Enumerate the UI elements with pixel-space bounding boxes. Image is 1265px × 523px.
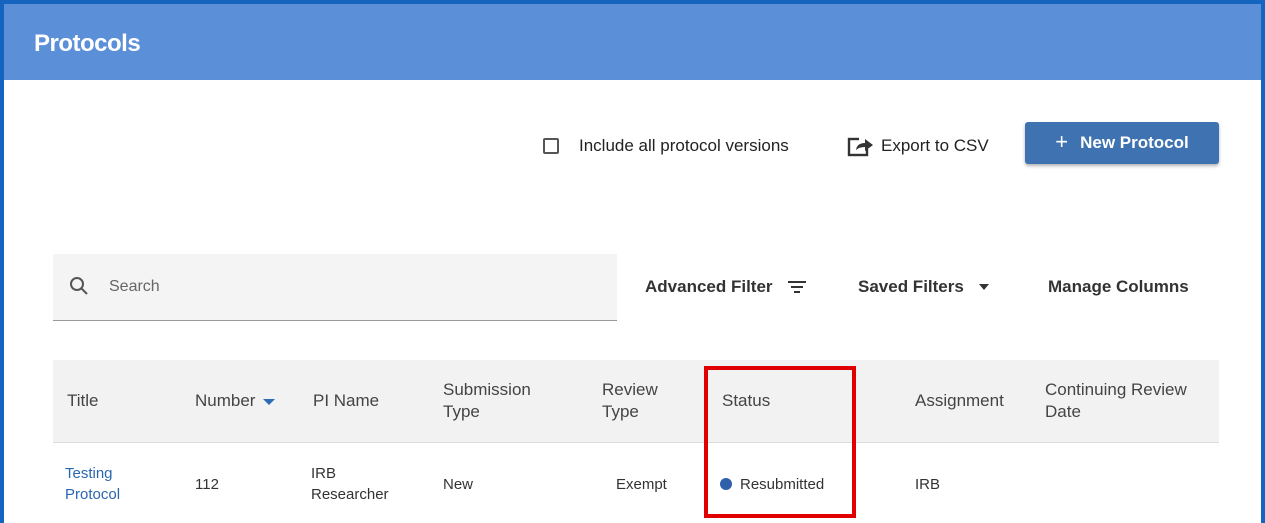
status-column-highlight bbox=[704, 366, 856, 518]
protocol-title-link[interactable]: Testing Protocol bbox=[65, 463, 145, 505]
page-title: Protocols bbox=[34, 30, 141, 57]
column-header-continuing-review-date[interactable]: Continuing Review Date bbox=[1045, 379, 1215, 423]
export-icon bbox=[847, 137, 877, 157]
table-row[interactable]: Testing Protocol 112 IRB Researcher New … bbox=[53, 442, 1219, 523]
manage-columns-button[interactable]: Manage Columns bbox=[1048, 277, 1189, 297]
column-header-number-label: Number bbox=[195, 391, 256, 410]
column-header-assignment[interactable]: Assignment bbox=[915, 390, 1004, 412]
column-header-title[interactable]: Title bbox=[67, 390, 99, 412]
search-icon bbox=[70, 277, 88, 295]
column-header-number[interactable]: Number bbox=[195, 390, 276, 412]
pi-name: IRB Researcher bbox=[311, 465, 389, 503]
new-protocol-button[interactable]: + New Protocol bbox=[1025, 122, 1219, 164]
sort-desc-icon bbox=[263, 398, 276, 405]
panel-header: Protocols bbox=[4, 4, 1261, 80]
saved-filters-dropdown[interactable]: Saved Filters bbox=[858, 277, 990, 297]
manage-columns-label: Manage Columns bbox=[1048, 277, 1189, 296]
table-header: Title Number PI Name Submission Type Rev… bbox=[53, 360, 1219, 443]
protocols-panel: Protocols Include all protocol versions … bbox=[0, 0, 1265, 523]
include-versions-checkbox[interactable] bbox=[543, 138, 559, 154]
search-box bbox=[53, 254, 617, 321]
advanced-filter-label: Advanced Filter bbox=[645, 277, 773, 296]
assignment: IRB bbox=[915, 476, 941, 493]
toolbar: Include all protocol versions Export to … bbox=[4, 122, 1261, 166]
include-versions-label[interactable]: Include all protocol versions bbox=[579, 136, 789, 156]
filter-icon bbox=[787, 281, 806, 293]
column-header-review-type[interactable]: Review Type bbox=[602, 379, 682, 423]
protocol-number: 112 bbox=[195, 476, 219, 493]
new-protocol-label: New Protocol bbox=[1080, 133, 1189, 152]
review-type: Exempt bbox=[616, 476, 667, 493]
search-input[interactable] bbox=[107, 274, 591, 300]
submission-type: New bbox=[443, 476, 474, 493]
column-header-pi-name[interactable]: PI Name bbox=[313, 390, 379, 412]
saved-filters-label: Saved Filters bbox=[858, 277, 964, 296]
plus-icon: + bbox=[1055, 129, 1069, 154]
column-header-submission-type[interactable]: Submission Type bbox=[443, 379, 563, 423]
caret-down-icon bbox=[978, 284, 989, 290]
advanced-filter-button[interactable]: Advanced Filter bbox=[645, 277, 807, 297]
export-csv-button[interactable]: Export to CSV bbox=[847, 134, 989, 158]
export-csv-label: Export to CSV bbox=[881, 136, 989, 155]
